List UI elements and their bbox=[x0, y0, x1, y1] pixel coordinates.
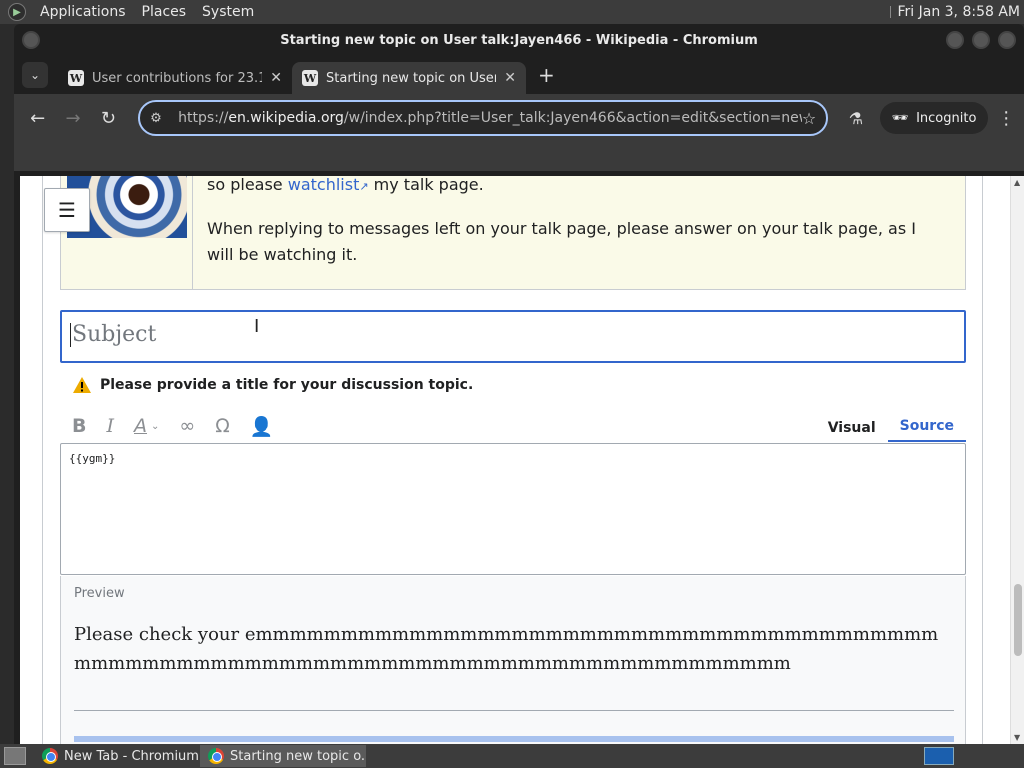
top-panel: ▶ Applications Places System Fri Jan 3, … bbox=[0, 0, 1024, 24]
notice-line-2: When replying to messages left on your t… bbox=[207, 219, 916, 264]
subject-input[interactable]: Subject bbox=[60, 310, 966, 363]
browser-toolbar: ← → ↻ ⚙ https://en.wikipedia.org/w/index… bbox=[14, 94, 1024, 142]
notice-text: so please bbox=[207, 176, 288, 194]
taskbar-item-label: Starting new topic o... bbox=[230, 748, 366, 764]
incognito-icon: 🕶 bbox=[891, 110, 909, 126]
panel-menus: ▶ Applications Places System bbox=[0, 3, 262, 21]
special-character-button[interactable]: Ω bbox=[215, 415, 230, 437]
editor-mode-tabs: Visual Source bbox=[816, 410, 966, 442]
applications-menu[interactable]: Applications bbox=[32, 4, 134, 20]
url-scheme: https:// bbox=[178, 110, 229, 126]
tab-strip: ⌄ W User contributions for 23.162 ✕ W St… bbox=[14, 56, 1024, 94]
page-scrollbar[interactable]: ▲ ▼ bbox=[1010, 176, 1024, 744]
maximize-button[interactable] bbox=[972, 31, 990, 49]
url-text[interactable]: https://en.wikipedia.org/w/index.php?tit… bbox=[178, 110, 802, 126]
subject-placeholder: Subject bbox=[72, 322, 157, 347]
bold-button[interactable]: B bbox=[72, 415, 86, 437]
back-arrow-icon[interactable]: ← bbox=[22, 102, 53, 134]
notice-line-1: so please watchlist↗ my talk page. bbox=[207, 176, 484, 200]
taskbar-item-label: New Tab - Chromium bbox=[64, 748, 199, 764]
taskbar-item-new-topic[interactable]: Starting new topic o... bbox=[200, 745, 366, 767]
tab-search-button[interactable]: ⌄ bbox=[22, 62, 48, 88]
table-of-contents-icon[interactable]: ☰ bbox=[44, 188, 90, 232]
page-viewport: so please watchlist↗ my talk page. When … bbox=[20, 176, 1024, 744]
places-menu[interactable]: Places bbox=[134, 4, 195, 20]
url-domain: en.wikipedia.org bbox=[228, 110, 344, 126]
show-desktop-icon[interactable] bbox=[4, 747, 26, 765]
mention-user-icon[interactable]: 👤 bbox=[250, 415, 274, 438]
tab-label: Starting new topic on User talk bbox=[326, 70, 497, 86]
address-bar[interactable]: ⚙ https://en.wikipedia.org/w/index.php?t… bbox=[138, 100, 829, 136]
preview-panel: Preview Please check your emmmmmmmmmmmmm… bbox=[60, 576, 966, 744]
tab-new-topic[interactable]: W Starting new topic on User talk ✕ bbox=[292, 62, 526, 94]
tab-user-contributions[interactable]: W User contributions for 23.162 ✕ bbox=[58, 62, 292, 94]
reload-icon[interactable]: ↻ bbox=[93, 102, 124, 134]
preview-body: Please check your emmmmmmmmmmmmmmmmmmmmm… bbox=[74, 624, 939, 674]
talk-page-notice: so please watchlist↗ my talk page. When … bbox=[60, 176, 966, 290]
italic-button[interactable]: I bbox=[106, 415, 114, 437]
warning-text: Please provide a title for your discussi… bbox=[100, 377, 474, 393]
tab-close-icon[interactable]: ✕ bbox=[504, 70, 516, 86]
workspace-switcher-icon[interactable] bbox=[924, 747, 954, 765]
panel-clock-area: Fri Jan 3, 8:58 AM bbox=[890, 4, 1020, 20]
preview-divider bbox=[74, 710, 954, 711]
tab-label: User contributions for 23.162 bbox=[92, 70, 262, 86]
panel-separator bbox=[890, 6, 892, 18]
labs-flask-icon[interactable]: ⚗ bbox=[840, 109, 871, 128]
bookmark-star-icon[interactable]: ☆ bbox=[802, 109, 816, 128]
preview-highlight-bar bbox=[74, 736, 954, 742]
editor-toolbar: B I A ⌄ ∞ Ω 👤 Visual Source bbox=[72, 410, 966, 442]
chromium-icon bbox=[208, 748, 224, 764]
link-icon[interactable]: ∞ bbox=[179, 415, 195, 437]
url-path: /w/index.php?title=User_talk:Jayen466&ac… bbox=[343, 110, 802, 126]
chromium-icon bbox=[42, 748, 58, 764]
bottom-taskbar: New Tab - Chromium Starting new topic o.… bbox=[0, 744, 1024, 768]
scroll-down-arrow-icon[interactable]: ▼ bbox=[1014, 733, 1020, 742]
scroll-up-arrow-icon[interactable]: ▲ bbox=[1014, 178, 1020, 187]
warning-triangle-icon bbox=[72, 376, 92, 394]
source-textarea[interactable]: {{ygm}} bbox=[60, 443, 966, 575]
taskbar-item-new-tab[interactable]: New Tab - Chromium bbox=[34, 745, 200, 767]
tab-source[interactable]: Source bbox=[887, 418, 966, 442]
external-link-icon: ↗ bbox=[359, 180, 369, 193]
ibeam-cursor-icon: I bbox=[254, 316, 260, 337]
incognito-label: Incognito bbox=[916, 110, 977, 126]
gnome-logo-icon[interactable]: ▶ bbox=[8, 3, 26, 21]
close-window-button[interactable] bbox=[998, 31, 1016, 49]
wikipedia-favicon-icon: W bbox=[68, 70, 84, 86]
preview-label: Preview bbox=[74, 586, 125, 601]
system-menu[interactable]: System bbox=[194, 4, 262, 20]
window-controls bbox=[946, 31, 1016, 49]
browser-window: Starting new topic on User talk:Jayen466… bbox=[14, 24, 1024, 744]
window-title: Starting new topic on User talk:Jayen466… bbox=[280, 32, 758, 48]
incognito-indicator[interactable]: 🕶 Incognito bbox=[879, 102, 989, 134]
text-style-icon: A bbox=[134, 415, 147, 437]
site-settings-icon[interactable]: ⚙ bbox=[150, 111, 170, 126]
minimize-button[interactable] bbox=[946, 31, 964, 49]
window-menu-button[interactable] bbox=[22, 31, 40, 49]
tab-close-icon[interactable]: ✕ bbox=[270, 70, 282, 86]
text-caret bbox=[70, 323, 71, 347]
toolbar-spacer bbox=[14, 142, 1024, 171]
text-style-button[interactable]: A ⌄ bbox=[134, 415, 159, 437]
forward-arrow-icon[interactable]: → bbox=[57, 102, 88, 134]
subject-warning: Please provide a title for your discussi… bbox=[72, 376, 473, 394]
notice-text: my talk page. bbox=[368, 176, 484, 194]
new-tab-icon[interactable]: + bbox=[538, 63, 555, 87]
clock[interactable]: Fri Jan 3, 8:58 AM bbox=[897, 4, 1020, 20]
window-titlebar[interactable]: Starting new topic on User talk:Jayen466… bbox=[14, 24, 1024, 56]
chevron-down-icon: ⌄ bbox=[151, 420, 160, 432]
wikipedia-favicon-icon: W bbox=[302, 70, 318, 86]
tab-visual[interactable]: Visual bbox=[816, 420, 888, 442]
menu-kebab-icon[interactable]: ⋮ bbox=[996, 108, 1016, 129]
watchlist-link[interactable]: watchlist bbox=[288, 176, 360, 194]
scrollbar-thumb[interactable] bbox=[1014, 584, 1022, 656]
